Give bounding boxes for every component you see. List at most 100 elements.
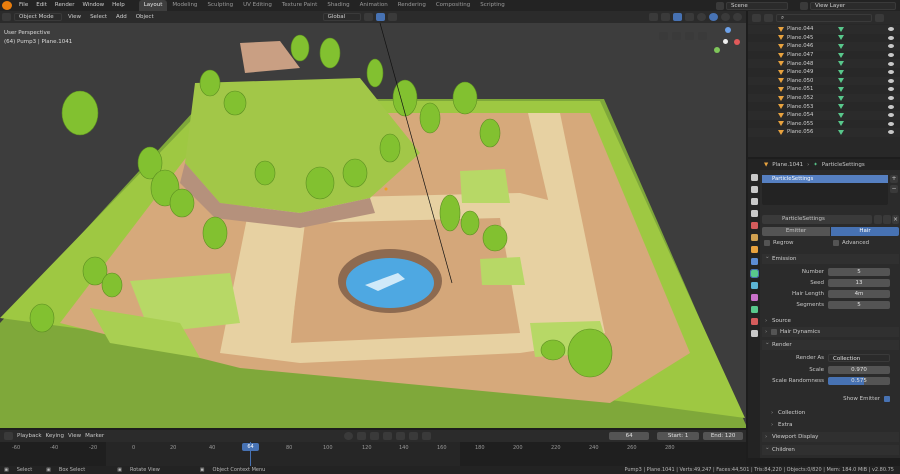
duplicate-icon[interactable] (883, 215, 891, 224)
blender-logo-icon[interactable] (2, 1, 12, 10)
gizmo-z-icon[interactable] (725, 27, 731, 33)
play-reverse-icon[interactable] (383, 432, 393, 440)
outliner-editor-icon[interactable] (752, 13, 761, 22)
shading-rendered-icon[interactable] (733, 13, 742, 21)
gizmo-y-icon[interactable] (714, 47, 720, 53)
advanced-checkbox[interactable] (833, 240, 839, 246)
workspace-tab-shading[interactable]: Shading (322, 0, 354, 11)
physics-tab-icon[interactable] (750, 282, 758, 289)
pan-icon[interactable] (672, 32, 681, 40)
output-tab-icon[interactable] (750, 198, 758, 205)
view-layer-selector[interactable]: View Layer (810, 1, 896, 10)
3d-viewport[interactable]: User Perspective (64) Pump3 | Plane.1041 (0, 23, 746, 428)
remove-slot-button[interactable]: − (890, 185, 898, 193)
regrow-checkbox[interactable] (764, 240, 770, 246)
menu-edit[interactable]: Edit (32, 0, 51, 11)
workspace-tab-sculpting[interactable]: Sculpting (202, 0, 238, 11)
visibility-icon[interactable] (649, 13, 658, 21)
outliner-item[interactable]: Plane.054 (748, 110, 900, 120)
render-tab-icon[interactable] (750, 186, 758, 193)
outliner-item[interactable]: Plane.055 (748, 120, 900, 129)
tool-tab-icon[interactable] (750, 174, 758, 181)
outliner-item[interactable]: Plane.048 (748, 59, 900, 68)
eye-icon[interactable] (888, 130, 894, 135)
shading-solid-icon[interactable] (709, 13, 718, 21)
scene-selector[interactable]: Scene (726, 1, 788, 10)
scale-field[interactable]: 0.970 (828, 366, 890, 374)
eye-icon[interactable] (888, 96, 894, 101)
outliner-options-icon[interactable] (875, 13, 884, 22)
view-layer-tab-icon[interactable] (750, 210, 758, 217)
next-keyframe-icon[interactable] (409, 432, 419, 440)
editor-type-icon[interactable] (2, 13, 11, 21)
gizmo-x-icon[interactable] (734, 39, 740, 45)
gizmo-icon[interactable] (661, 13, 670, 21)
eye-icon[interactable] (888, 87, 894, 92)
play-icon[interactable] (396, 432, 406, 440)
emission-panel-header[interactable]: Emission (762, 252, 899, 264)
snap-icon[interactable] (375, 13, 385, 21)
world-tab-icon[interactable] (750, 234, 758, 241)
workspace-tab-layout[interactable]: Layout (138, 0, 168, 11)
workspace-tab-uv-editing[interactable]: UV Editing (238, 0, 277, 11)
viewport-menu-add[interactable]: Add (113, 14, 130, 20)
playhead-handle[interactable]: 64 (242, 443, 259, 451)
particle-settings-datablock[interactable]: ParticleSettings (762, 215, 872, 224)
collection-subpanel-header[interactable]: Collection (768, 408, 900, 418)
number-field[interactable]: 5 (828, 268, 890, 276)
menu-render[interactable]: Render (51, 0, 79, 11)
prev-keyframe-icon[interactable] (370, 432, 380, 440)
jump-start-icon[interactable] (357, 432, 367, 440)
pivot-icon[interactable] (363, 13, 373, 21)
eye-icon[interactable] (888, 104, 894, 109)
seed-field[interactable]: 13 (828, 279, 890, 287)
zoom-icon[interactable] (659, 32, 668, 40)
eye-icon[interactable] (888, 70, 894, 75)
extra-subpanel-header[interactable]: Extra (768, 420, 900, 430)
menu-help[interactable]: Help (108, 0, 129, 11)
eye-icon[interactable] (888, 27, 894, 32)
scale-randomness-slider[interactable]: 0.575 (828, 377, 890, 385)
object-tab-icon[interactable] (750, 246, 758, 253)
regrow-option[interactable]: Regrow (764, 240, 793, 246)
workspace-tab-compositing[interactable]: Compositing (431, 0, 475, 11)
current-frame-field[interactable]: 64 (609, 432, 650, 440)
hair-dynamics-checkbox[interactable] (771, 329, 777, 335)
material-tab-icon[interactable] (750, 318, 758, 325)
navigation-gizmo[interactable] (710, 27, 740, 57)
start-frame-field[interactable]: Start: 1 (657, 432, 700, 440)
shading-material-icon[interactable] (721, 13, 730, 21)
timeline-ruler[interactable]: -60 -40 -20 0 20 40 80 100 120 140 160 1… (0, 442, 746, 466)
outliner-item[interactable]: Plane.053 (748, 102, 900, 111)
workspace-tab-scripting[interactable]: Scripting (475, 0, 509, 11)
outliner-item[interactable]: Plane.044 (748, 25, 900, 34)
outliner-item[interactable]: Plane.049 (748, 68, 900, 77)
timeline-menu-keying[interactable]: Keying (46, 433, 64, 439)
eye-icon[interactable] (888, 53, 894, 58)
particles-tab-icon[interactable] (749, 269, 759, 278)
ortho-toggle-icon[interactable] (698, 32, 707, 40)
outliner-item[interactable]: Plane.047 (748, 51, 900, 60)
constraints-tab-icon[interactable] (750, 294, 758, 301)
menu-file[interactable]: File (15, 0, 32, 11)
outliner-item[interactable]: Plane.056 (748, 128, 900, 137)
outliner-item[interactable]: Plane.050 (748, 76, 900, 86)
jump-end-icon[interactable] (422, 432, 432, 440)
workspace-tab-rendering[interactable]: Rendering (393, 0, 431, 11)
show-emitter-checkbox[interactable] (884, 396, 890, 402)
outliner-item[interactable]: Plane.045 (748, 34, 900, 43)
emitter-tab[interactable]: Emitter (762, 227, 830, 236)
shading-wireframe-icon[interactable] (697, 13, 706, 21)
viewport-menu-view[interactable]: View (65, 14, 84, 20)
transform-orientation-selector[interactable]: Global (322, 13, 361, 21)
workspace-tab-modeling[interactable]: Modeling (167, 0, 202, 11)
timeline-editor-icon[interactable] (4, 432, 13, 440)
record-icon[interactable] (344, 432, 354, 440)
texture-tab-icon[interactable] (750, 330, 758, 337)
eye-icon[interactable] (888, 44, 894, 49)
view-layer-icon[interactable] (800, 1, 808, 10)
eye-icon[interactable] (888, 61, 894, 66)
hair-tab[interactable]: Hair (831, 227, 899, 236)
unlink-icon[interactable]: × (892, 215, 899, 224)
segments-field[interactable]: 5 (828, 301, 890, 309)
